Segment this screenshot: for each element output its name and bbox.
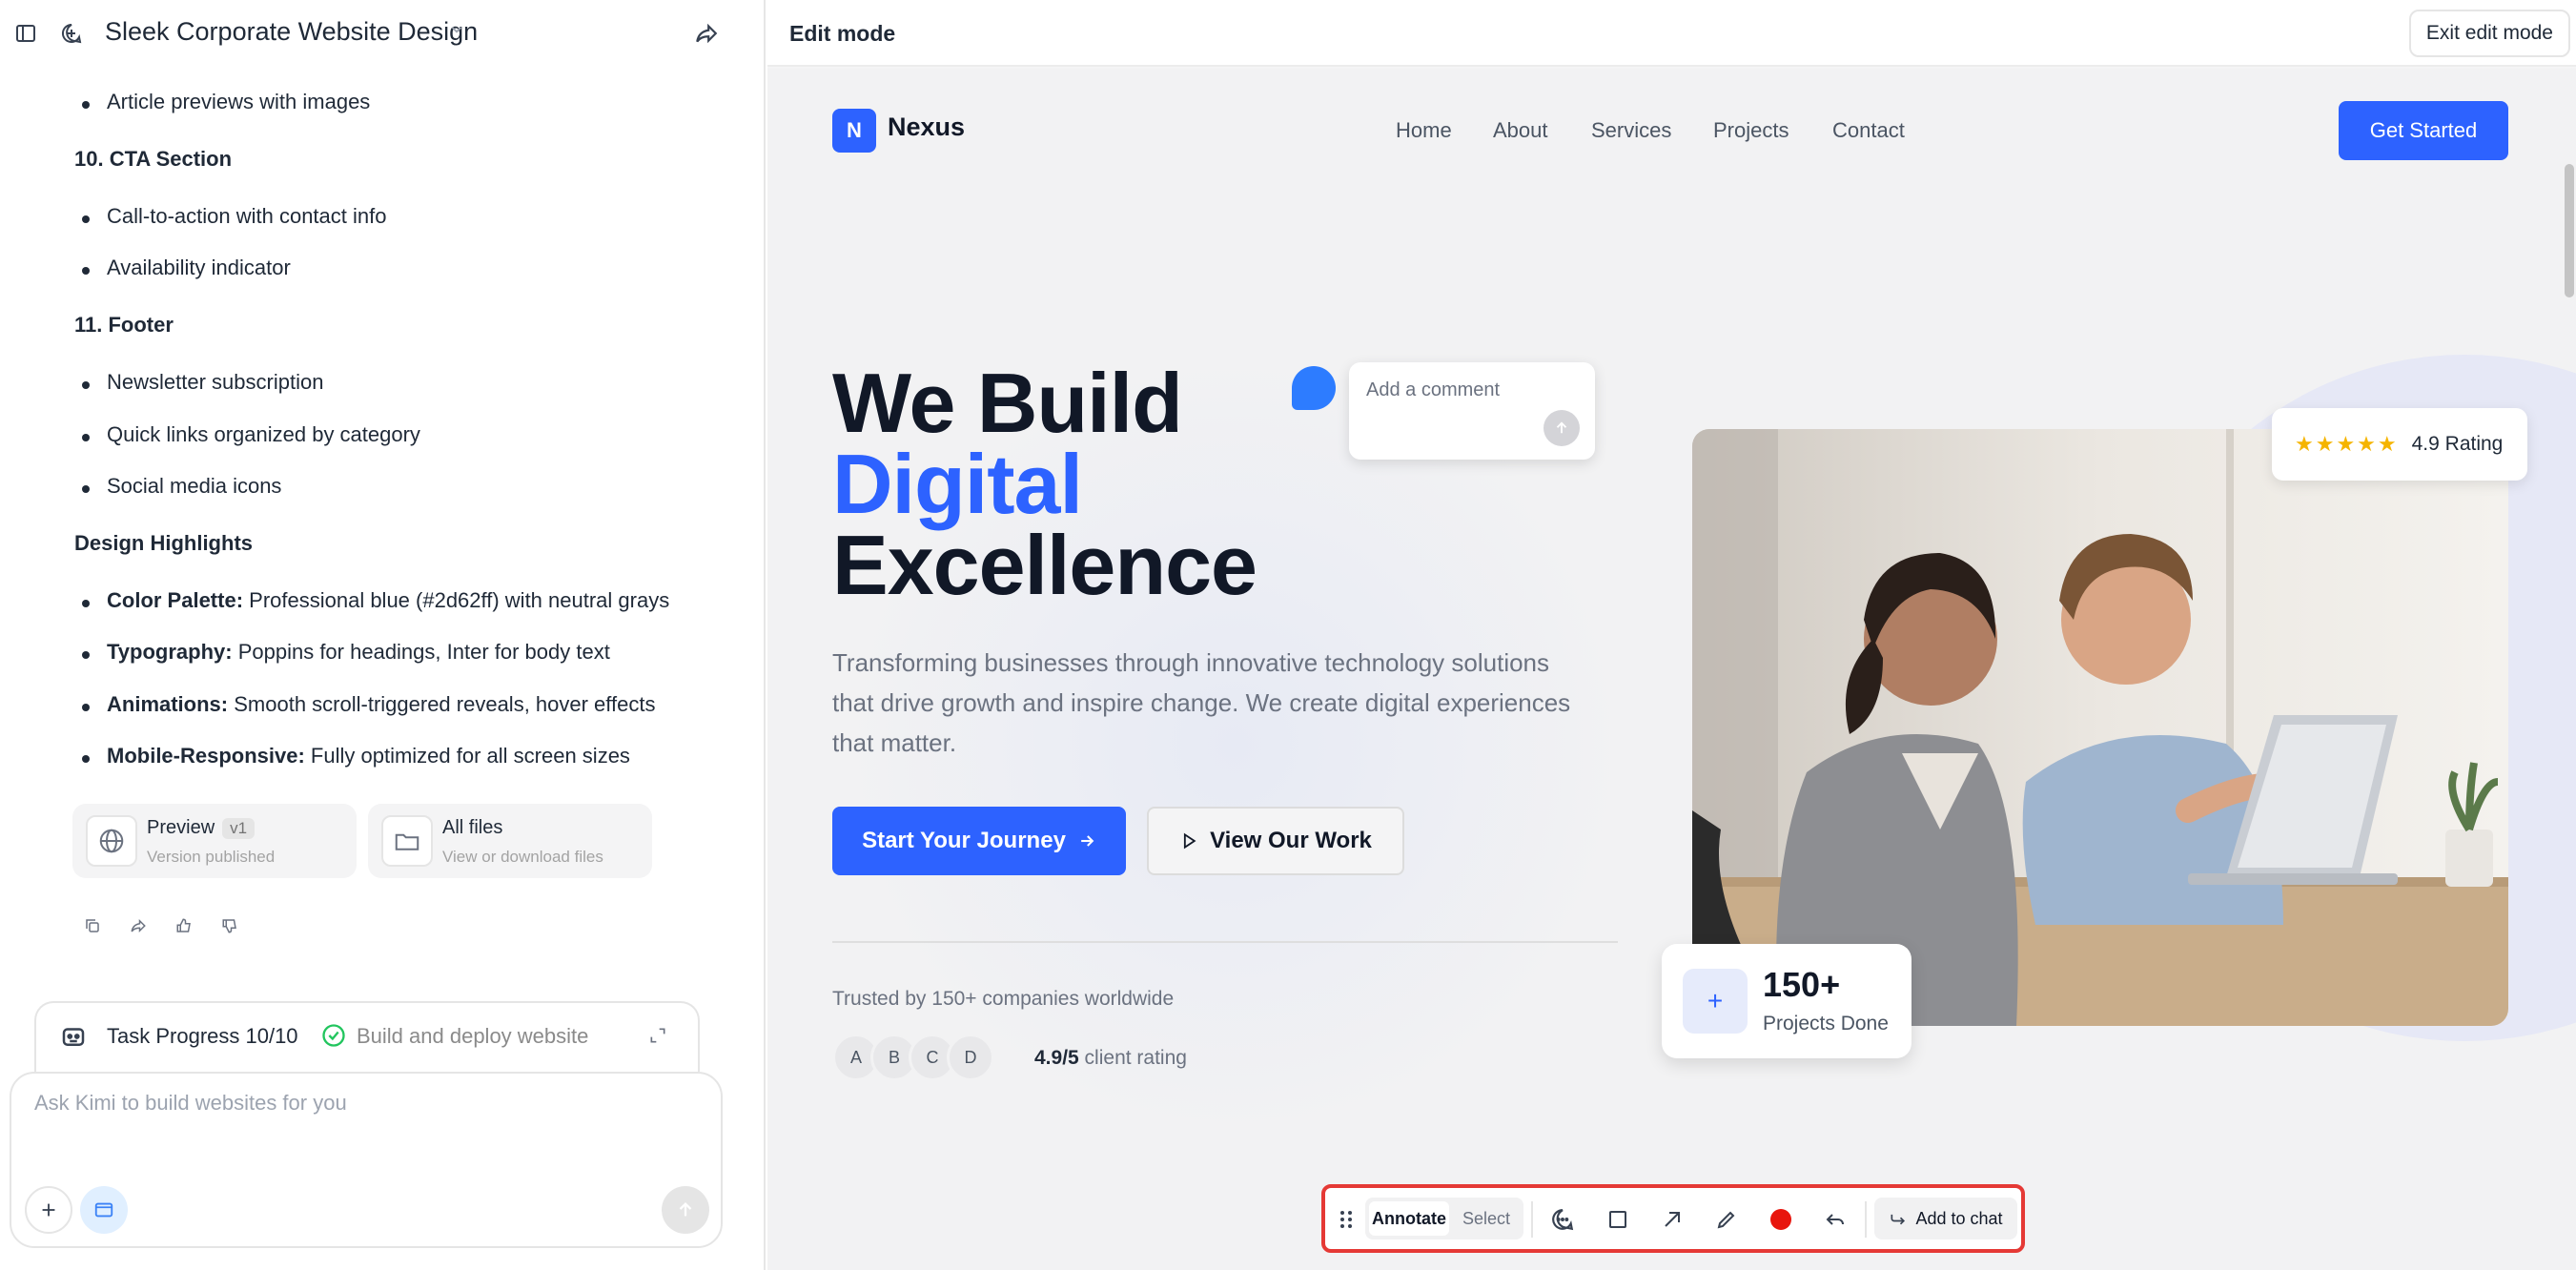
thumbs-up-icon[interactable] (170, 912, 198, 940)
nav-about[interactable]: About (1493, 118, 1548, 143)
hero-description-line: that matter. (832, 728, 957, 757)
rating-value: 4.9 Rating (2411, 433, 2504, 455)
add-attachment-button[interactable] (25, 1186, 72, 1234)
all-files-subtitle: View or download files (442, 848, 603, 866)
list-item: Call-to-action with contact info (82, 204, 386, 229)
copy-icon[interactable] (78, 912, 107, 940)
stars-icon: ★★★★★ (2295, 432, 2399, 456)
mode-toggle: Annotate Select (1365, 1198, 1523, 1239)
nav-projects[interactable]: Projects (1713, 118, 1789, 143)
plus-icon: + (1683, 969, 1748, 1034)
view-work-button[interactable]: View Our Work (1147, 807, 1404, 875)
logo-name[interactable]: Nexus (888, 113, 965, 142)
select-tab[interactable]: Select (1455, 1201, 1518, 1236)
color-picker-red-icon[interactable] (1759, 1201, 1803, 1238)
list-item: Availability indicator (82, 256, 291, 280)
share-icon[interactable] (690, 17, 723, 50)
version-badge: v1 (222, 818, 256, 839)
preview-title: Preview v1 (147, 817, 256, 839)
undo-icon[interactable] (1813, 1201, 1857, 1238)
chat-composer[interactable]: Ask Kimi to build websites for you (10, 1072, 723, 1248)
chat-header: Sleek Corporate Website Design (0, 0, 766, 67)
rating-card: ★★★★★ 4.9 Rating (2272, 408, 2527, 481)
annotate-tab[interactable]: Annotate (1369, 1201, 1449, 1236)
start-journey-button[interactable]: Start Your Journey (832, 807, 1126, 875)
divider (832, 941, 1618, 943)
arrow-tool-icon[interactable] (1650, 1201, 1694, 1238)
projects-count: 150+ (1763, 965, 1841, 1004)
all-files-title: All files (442, 817, 503, 838)
list-item: Article previews with images (82, 90, 370, 114)
hero-description-line: Transforming businesses through innovati… (832, 648, 1550, 677)
comment-input[interactable]: Add a comment (1366, 379, 1500, 401)
hero-heading-line-3: Excellence (832, 518, 1257, 612)
sidebar-toggle-icon[interactable] (10, 17, 42, 50)
list-item: Color Palette: Professional blue (#2d62f… (82, 588, 669, 613)
list-item: Mobile-Responsive: Fully optimized for a… (82, 744, 630, 768)
arrow-right-icon (1081, 835, 1094, 847)
nav-home[interactable]: Home (1396, 118, 1452, 143)
robot-icon (59, 1022, 88, 1055)
chat-panel: Sleek Corporate Website Design Article p… (0, 0, 766, 1270)
thumbs-down-icon[interactable] (215, 912, 244, 940)
send-button[interactable] (662, 1186, 709, 1234)
folder-icon (381, 815, 433, 867)
scrollbar[interactable] (2565, 164, 2574, 297)
comment-send-button[interactable] (1544, 410, 1580, 446)
task-progress-bar[interactable]: Task Progress 10/10 Build and deploy web… (34, 1001, 700, 1072)
get-started-button[interactable]: Get Started (2339, 101, 2508, 160)
task-status: Build and deploy website (357, 1024, 589, 1048)
projects-label: Projects Done (1763, 1013, 1889, 1034)
share-icon[interactable] (124, 912, 153, 940)
preview-card[interactable]: Preview v1 Version published (72, 804, 357, 878)
comment-tool-icon[interactable] (1541, 1201, 1584, 1238)
website-preview: N Nexus Home About Services Projects Con… (767, 69, 2576, 1270)
trusted-text: Trusted by 150+ companies worldwide (832, 988, 1175, 1010)
list-item: Quick links organized by category (82, 422, 420, 447)
toolbar-divider (1531, 1201, 1533, 1238)
comment-popup[interactable]: Add a comment (1349, 362, 1595, 460)
forward-arrow-icon (1891, 1214, 1906, 1225)
section-heading: Design Highlights (74, 531, 253, 555)
client-rating: 4.9/5 client rating (1034, 1047, 1187, 1069)
task-progress-label: Task Progress 10/10 (107, 1024, 298, 1048)
toolbar-divider (1865, 1201, 1867, 1238)
list-item: Animations: Smooth scroll-triggered reve… (82, 692, 655, 717)
section-heading: 10. CTA Section (74, 147, 233, 171)
list-item: Typography: Poppins for headings, Inter … (82, 640, 610, 665)
edit-mode-bar: Edit mode Exit edit mode (767, 0, 2576, 67)
section-heading: 11. Footer (74, 313, 174, 337)
preview-panel: Edit mode Exit edit mode N Nexus Home Ab… (767, 0, 2576, 1270)
exit-edit-mode-button[interactable]: Exit edit mode (2408, 10, 2570, 57)
rectangle-tool-icon[interactable] (1596, 1201, 1640, 1238)
collapse-icon[interactable] (648, 1026, 667, 1050)
pen-tool-icon[interactable] (1705, 1201, 1748, 1238)
all-files-card[interactable]: All files View or download files (368, 804, 652, 878)
website-mode-button[interactable] (80, 1186, 128, 1234)
hero-description-line: that drive growth and inspire change. We… (832, 688, 1571, 717)
chevron-down-icon[interactable] (448, 21, 465, 43)
avatar: D (947, 1034, 994, 1081)
logo-mark[interactable]: N (832, 109, 876, 153)
preview-subtitle: Version published (147, 848, 276, 866)
add-to-chat-button[interactable]: Add to chat (1874, 1198, 2017, 1239)
globe-icon (86, 815, 137, 867)
composer-placeholder[interactable]: Ask Kimi to build websites for you (34, 1091, 347, 1116)
edit-mode-label: Edit mode (789, 21, 896, 46)
projects-stat-card: + 150+ Projects Done (1662, 944, 1912, 1058)
comment-pin-icon[interactable] (1292, 366, 1336, 410)
nav-contact[interactable]: Contact (1832, 118, 1905, 143)
hero-image (1692, 429, 2508, 1026)
list-item: Newsletter subscription (82, 370, 323, 395)
annotation-toolbar: Annotate Select Add to chat (1321, 1184, 2025, 1253)
play-icon (1183, 832, 1196, 850)
chat-title[interactable]: Sleek Corporate Website Design (105, 17, 478, 47)
list-item: Social media icons (82, 474, 281, 499)
new-chat-icon[interactable] (55, 17, 88, 50)
drag-handle-icon[interactable] (1333, 1201, 1360, 1238)
check-circle-icon (320, 1022, 347, 1054)
nav-services[interactable]: Services (1591, 118, 1671, 143)
